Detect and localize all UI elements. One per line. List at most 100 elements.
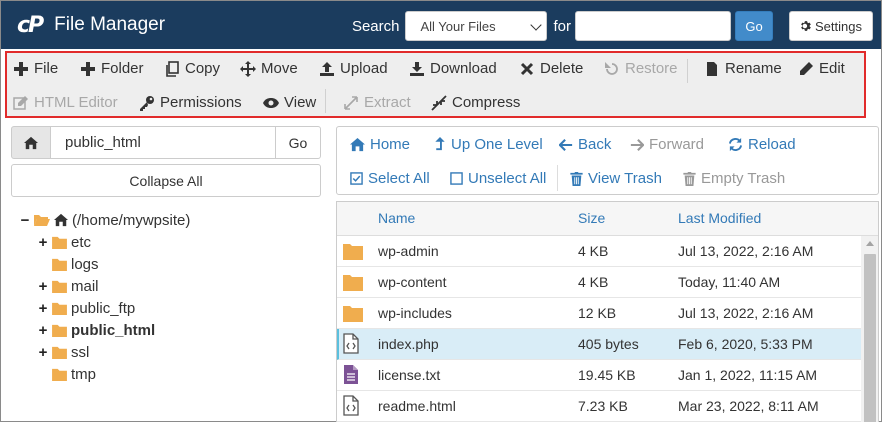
delete-button[interactable]: Delete bbox=[519, 60, 583, 77]
unselect-all-button[interactable]: Unselect All bbox=[450, 170, 546, 187]
edit-button[interactable]: Edit bbox=[798, 60, 845, 77]
compress-label: Compress bbox=[452, 94, 521, 111]
code-file-icon bbox=[343, 333, 359, 354]
home-nav-label: Home bbox=[370, 136, 411, 153]
tree-node-root[interactable]: − (/home/mywpsite) bbox=[19, 210, 191, 230]
level-up-icon bbox=[435, 137, 445, 151]
arrow-left-icon bbox=[559, 138, 573, 151]
tree-node-public-html[interactable]: + public_html bbox=[37, 320, 156, 340]
tree-node-etc[interactable]: + etc bbox=[37, 232, 91, 252]
folder-icon bbox=[52, 236, 67, 249]
permissions-button[interactable]: Permissions bbox=[139, 94, 242, 111]
rename-button[interactable]: Rename bbox=[704, 60, 782, 77]
tree-node-logs[interactable]: logs bbox=[52, 254, 99, 274]
checkbox-empty-icon bbox=[450, 172, 463, 185]
collapse-all-button[interactable]: Collapse All bbox=[11, 164, 321, 197]
trash-icon bbox=[570, 171, 583, 186]
upload-icon bbox=[320, 61, 334, 76]
view-button[interactable]: View bbox=[263, 94, 316, 111]
back-label: Back bbox=[578, 136, 612, 153]
unselect-all-label: Unselect All bbox=[468, 170, 547, 187]
undo-icon bbox=[605, 61, 618, 75]
select-all-button[interactable]: Select All bbox=[350, 170, 430, 187]
file-name: readme.html bbox=[378, 398, 456, 414]
up-one-level-button[interactable]: Up One Level bbox=[434, 136, 543, 153]
move-button[interactable]: Move bbox=[240, 60, 298, 77]
view-trash-button[interactable]: View Trash bbox=[570, 170, 662, 187]
new-folder-button[interactable]: Folder bbox=[80, 60, 144, 77]
html-editor-label: HTML Editor bbox=[34, 94, 118, 111]
gear-icon bbox=[801, 21, 811, 31]
back-button[interactable]: Back bbox=[559, 136, 611, 153]
tree-label: tmp bbox=[71, 365, 97, 383]
empty-trash-button[interactable]: Empty Trash bbox=[683, 170, 785, 187]
table-row[interactable]: license.txt 19.45 KB Jan 1, 2022, 11:15 … bbox=[337, 360, 861, 391]
upload-label: Upload bbox=[340, 60, 388, 77]
new-file-button[interactable]: File bbox=[13, 60, 58, 77]
download-button[interactable]: Download bbox=[409, 60, 497, 77]
tree-label: (/home/mywpsite) bbox=[72, 211, 191, 229]
tree-label: logs bbox=[71, 255, 99, 273]
settings-label: Settings bbox=[815, 18, 862, 34]
table-row[interactable]: readme.html 7.23 KB Mar 23, 2022, 8:11 A… bbox=[337, 391, 861, 422]
tree-node-ssl[interactable]: + ssl bbox=[37, 342, 90, 362]
expand-toggle[interactable]: + bbox=[37, 322, 49, 339]
arrow-right-icon bbox=[630, 138, 644, 151]
home-directory-button[interactable] bbox=[11, 126, 51, 159]
restore-button[interactable]: Restore bbox=[604, 60, 678, 77]
tree-label: ssl bbox=[71, 343, 90, 361]
tree-node-mail[interactable]: + mail bbox=[37, 276, 99, 296]
expand-toggle[interactable]: + bbox=[37, 300, 49, 317]
settings-button[interactable]: Settings bbox=[789, 11, 873, 41]
collapse-toggle[interactable]: − bbox=[19, 212, 31, 229]
empty-trash-label: Empty Trash bbox=[701, 170, 786, 187]
table-row-selected[interactable]: index.php 405 bytes Feb 6, 2020, 5:33 PM bbox=[337, 329, 861, 360]
code-file-icon bbox=[343, 395, 359, 416]
scrollbar-thumb[interactable] bbox=[864, 254, 876, 422]
file-size: 405 bytes bbox=[578, 336, 639, 352]
path-input[interactable]: public_html bbox=[50, 126, 276, 159]
html-editor-button[interactable]: HTML Editor bbox=[13, 94, 118, 111]
rename-label: Rename bbox=[725, 60, 782, 77]
folder-icon bbox=[52, 258, 67, 271]
column-header-size[interactable]: Size bbox=[578, 210, 605, 226]
forward-button[interactable]: Forward bbox=[630, 136, 704, 153]
table-row[interactable]: wp-content 4 KB Today, 11:40 AM bbox=[337, 267, 861, 298]
reload-button[interactable]: Reload bbox=[728, 136, 796, 153]
search-go-button[interactable]: Go bbox=[735, 11, 773, 41]
copy-icon bbox=[166, 60, 179, 77]
for-label: for bbox=[553, 17, 571, 35]
file-name: wp-includes bbox=[378, 305, 452, 321]
navigation-bar: Home Up One Level Back Forward Reload Se… bbox=[336, 126, 879, 195]
upload-button[interactable]: Upload bbox=[319, 60, 388, 77]
expand-toggle[interactable]: + bbox=[37, 344, 49, 361]
text-file-icon bbox=[344, 365, 358, 384]
column-header-last-modified[interactable]: Last Modified bbox=[678, 210, 761, 226]
search-scope-select[interactable]: All Your Files bbox=[405, 11, 548, 41]
edit-square-icon bbox=[13, 95, 28, 110]
compress-button[interactable]: Compress bbox=[431, 94, 520, 111]
file-modified: Feb 6, 2020, 5:33 PM bbox=[678, 336, 813, 352]
tree-label: public_html bbox=[71, 321, 156, 339]
copy-button[interactable]: Copy bbox=[164, 60, 220, 77]
folder-icon bbox=[343, 244, 363, 260]
plus-icon bbox=[81, 61, 95, 76]
search-input[interactable] bbox=[575, 11, 731, 41]
tree-node-public-ftp[interactable]: + public_ftp bbox=[37, 298, 136, 318]
tree-node-tmp[interactable]: tmp bbox=[52, 364, 96, 384]
expand-toggle[interactable]: + bbox=[37, 278, 49, 295]
path-go-button[interactable]: Go bbox=[275, 126, 321, 159]
edit-label: Edit bbox=[819, 60, 845, 77]
vertical-scrollbar[interactable] bbox=[861, 236, 878, 422]
cpanel-logo: cP bbox=[17, 12, 44, 38]
table-row[interactable]: wp-admin 4 KB Jul 13, 2022, 2:16 AM bbox=[337, 236, 861, 267]
extract-button[interactable]: Extract bbox=[343, 94, 411, 111]
expand-toggle[interactable]: + bbox=[37, 234, 49, 251]
file-modified: Jan 1, 2022, 11:15 AM bbox=[678, 367, 818, 383]
toolbar-divider bbox=[325, 89, 326, 113]
tree-label: mail bbox=[71, 277, 99, 295]
scroll-up-arrow-icon[interactable] bbox=[866, 241, 874, 246]
table-row[interactable]: wp-includes 12 KB Jul 13, 2022, 2:16 AM bbox=[337, 298, 861, 329]
column-header-name[interactable]: Name bbox=[378, 210, 415, 226]
home-nav-button[interactable]: Home bbox=[350, 136, 410, 153]
